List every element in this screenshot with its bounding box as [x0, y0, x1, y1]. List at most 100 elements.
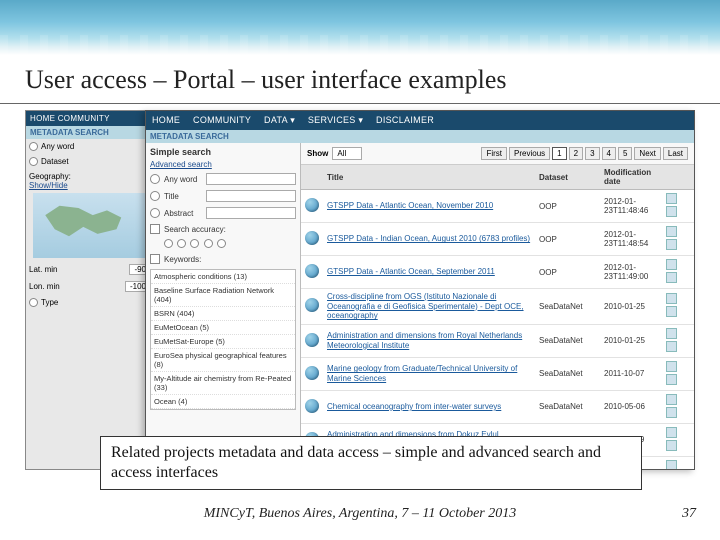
results-table-wrap[interactable]: Title Dataset Modification date GTSPP Da… — [301, 165, 694, 469]
accuracy-radio[interactable] — [190, 239, 199, 248]
result-title-link[interactable]: Marine geology from Graduate/Technical U… — [327, 364, 517, 383]
accuracy-radio[interactable] — [164, 239, 173, 248]
globe-icon[interactable] — [305, 264, 319, 278]
pager-page[interactable]: 2 — [569, 147, 583, 160]
result-title-link[interactable]: GTSPP Data - Atlantic Ocean, September 2… — [327, 267, 495, 276]
pager-page[interactable]: 4 — [602, 147, 616, 160]
result-title-link[interactable]: Chemical oceanography from inter-water s… — [327, 402, 501, 411]
show-select[interactable]: All — [332, 147, 362, 160]
back-anyword-row[interactable]: Any word — [26, 139, 154, 154]
radio-icon[interactable] — [150, 208, 160, 218]
accuracy-radio[interactable] — [217, 239, 226, 248]
keyword-item[interactable]: EuroSea physical geographical features (… — [151, 349, 295, 372]
action-icon[interactable] — [666, 272, 677, 283]
advanced-search-link[interactable]: Advanced search — [150, 160, 212, 169]
pager-next[interactable]: Next — [634, 147, 660, 160]
action-icon[interactable] — [666, 306, 677, 317]
pager-page[interactable]: 3 — [585, 147, 599, 160]
globe-icon[interactable] — [305, 198, 319, 212]
keyword-item[interactable]: Ocean (4) — [151, 395, 295, 409]
result-title-link[interactable]: Cross-discipline from OGS (Istituto Nazi… — [327, 292, 524, 320]
anyword-input[interactable] — [206, 173, 296, 185]
keyword-item[interactable]: EuMetSat-Europe (5) — [151, 335, 295, 349]
globe-icon[interactable] — [305, 298, 319, 312]
pager-page[interactable]: 5 — [618, 147, 632, 160]
col-date[interactable]: Modification date — [600, 165, 662, 190]
nav-home[interactable]: HOME — [152, 115, 180, 125]
title-input[interactable] — [206, 190, 296, 202]
keywords-label: Keywords: — [164, 255, 201, 264]
table-row: Chemical oceanography from inter-water s… — [301, 390, 694, 423]
results-table: Title Dataset Modification date GTSPP Da… — [301, 165, 694, 469]
action-icon[interactable] — [666, 394, 677, 405]
action-icon[interactable] — [666, 328, 677, 339]
result-title-link[interactable]: GTSPP Data - Atlantic Ocean, November 20… — [327, 201, 493, 210]
globe-icon[interactable] — [305, 399, 319, 413]
table-row: Administration and dimensions from Royal… — [301, 324, 694, 357]
checkbox-icon[interactable] — [150, 254, 160, 264]
action-icon[interactable] — [666, 206, 677, 217]
page-number: 37 — [682, 506, 696, 522]
action-icon[interactable] — [666, 374, 677, 385]
radio-icon[interactable] — [29, 298, 38, 307]
accuracy-radios — [164, 239, 296, 250]
action-icon[interactable] — [666, 341, 677, 352]
abstract-input[interactable] — [206, 207, 296, 219]
radio-icon[interactable] — [150, 174, 160, 184]
back-lon-label: Lon. min — [29, 282, 125, 291]
back-dataset-label: Dataset — [41, 157, 151, 166]
back-type-row[interactable]: Type — [26, 295, 154, 310]
nav-community[interactable]: COMMUNITY — [193, 115, 251, 125]
keyword-item[interactable]: Atmospheric conditions (13) — [151, 270, 295, 284]
portal-back: HOME COMMUNITY METADATA SEARCH Any word … — [25, 110, 155, 470]
action-icon[interactable] — [666, 293, 677, 304]
pager-previous[interactable]: Previous — [509, 147, 550, 160]
action-icon[interactable] — [666, 193, 677, 204]
nav-disclaimer[interactable]: DISCLAIMER — [376, 115, 434, 125]
result-dataset: OOP — [535, 223, 600, 256]
globe-icon[interactable] — [305, 231, 319, 245]
nav-data[interactable]: DATA ▾ — [264, 115, 295, 125]
pager-last[interactable]: Last — [663, 147, 688, 160]
action-icon[interactable] — [666, 239, 677, 250]
action-icon[interactable] — [666, 407, 677, 418]
accuracy-radio[interactable] — [204, 239, 213, 248]
front-navbar[interactable]: HOME COMMUNITY DATA ▾ SERVICES ▾ DISCLAI… — [146, 111, 694, 130]
nav-services[interactable]: SERVICES ▾ — [308, 115, 363, 125]
globe-icon[interactable] — [305, 333, 319, 347]
action-icon[interactable] — [666, 226, 677, 237]
front-section-label: METADATA SEARCH — [146, 130, 694, 143]
radio-icon[interactable] — [150, 191, 160, 201]
action-icon[interactable] — [666, 440, 677, 451]
keyword-item[interactable]: My-Altitude air chemistry from Re-Peated… — [151, 372, 295, 395]
keywords-list[interactable]: Atmospheric conditions (13)Baseline Surf… — [150, 269, 296, 410]
result-dataset: OOP — [535, 256, 600, 289]
checkbox-icon[interactable] — [150, 224, 160, 234]
accuracy-radio[interactable] — [177, 239, 186, 248]
radio-icon[interactable] — [29, 157, 38, 166]
title-bar: User access – Portal – user interface ex… — [0, 55, 720, 104]
slide-title: User access – Portal – user interface ex… — [25, 65, 695, 95]
result-title-link[interactable]: GTSPP Data - Indian Ocean, August 2010 (… — [327, 234, 530, 243]
col-title[interactable]: Title — [323, 165, 535, 190]
mini-map[interactable] — [33, 193, 148, 258]
anyword-field: Any word — [150, 173, 296, 185]
action-icon[interactable] — [666, 427, 677, 438]
action-icon[interactable] — [666, 361, 677, 372]
pager-first[interactable]: First — [481, 147, 507, 160]
action-icon[interactable] — [666, 259, 677, 270]
action-icon[interactable] — [666, 460, 677, 469]
portal-front: HOME COMMUNITY DATA ▾ SERVICES ▾ DISCLAI… — [145, 110, 695, 470]
radio-icon[interactable] — [29, 142, 38, 151]
keyword-item[interactable]: BSRN (404) — [151, 307, 295, 321]
keyword-item[interactable]: Baseline Surface Radiation Network (404) — [151, 284, 295, 307]
result-title-link[interactable]: Administration and dimensions from Royal… — [327, 331, 522, 350]
col-dataset[interactable]: Dataset — [535, 165, 600, 190]
back-dataset-row[interactable]: Dataset — [26, 154, 154, 169]
pager-page[interactable]: 1 — [552, 147, 566, 160]
back-showhide-link[interactable]: Show/Hide — [26, 181, 154, 190]
globe-icon[interactable] — [305, 366, 319, 380]
back-navbar[interactable]: HOME COMMUNITY — [26, 111, 154, 126]
col-actions — [662, 165, 694, 190]
keyword-item[interactable]: EuMetOcean (5) — [151, 321, 295, 335]
